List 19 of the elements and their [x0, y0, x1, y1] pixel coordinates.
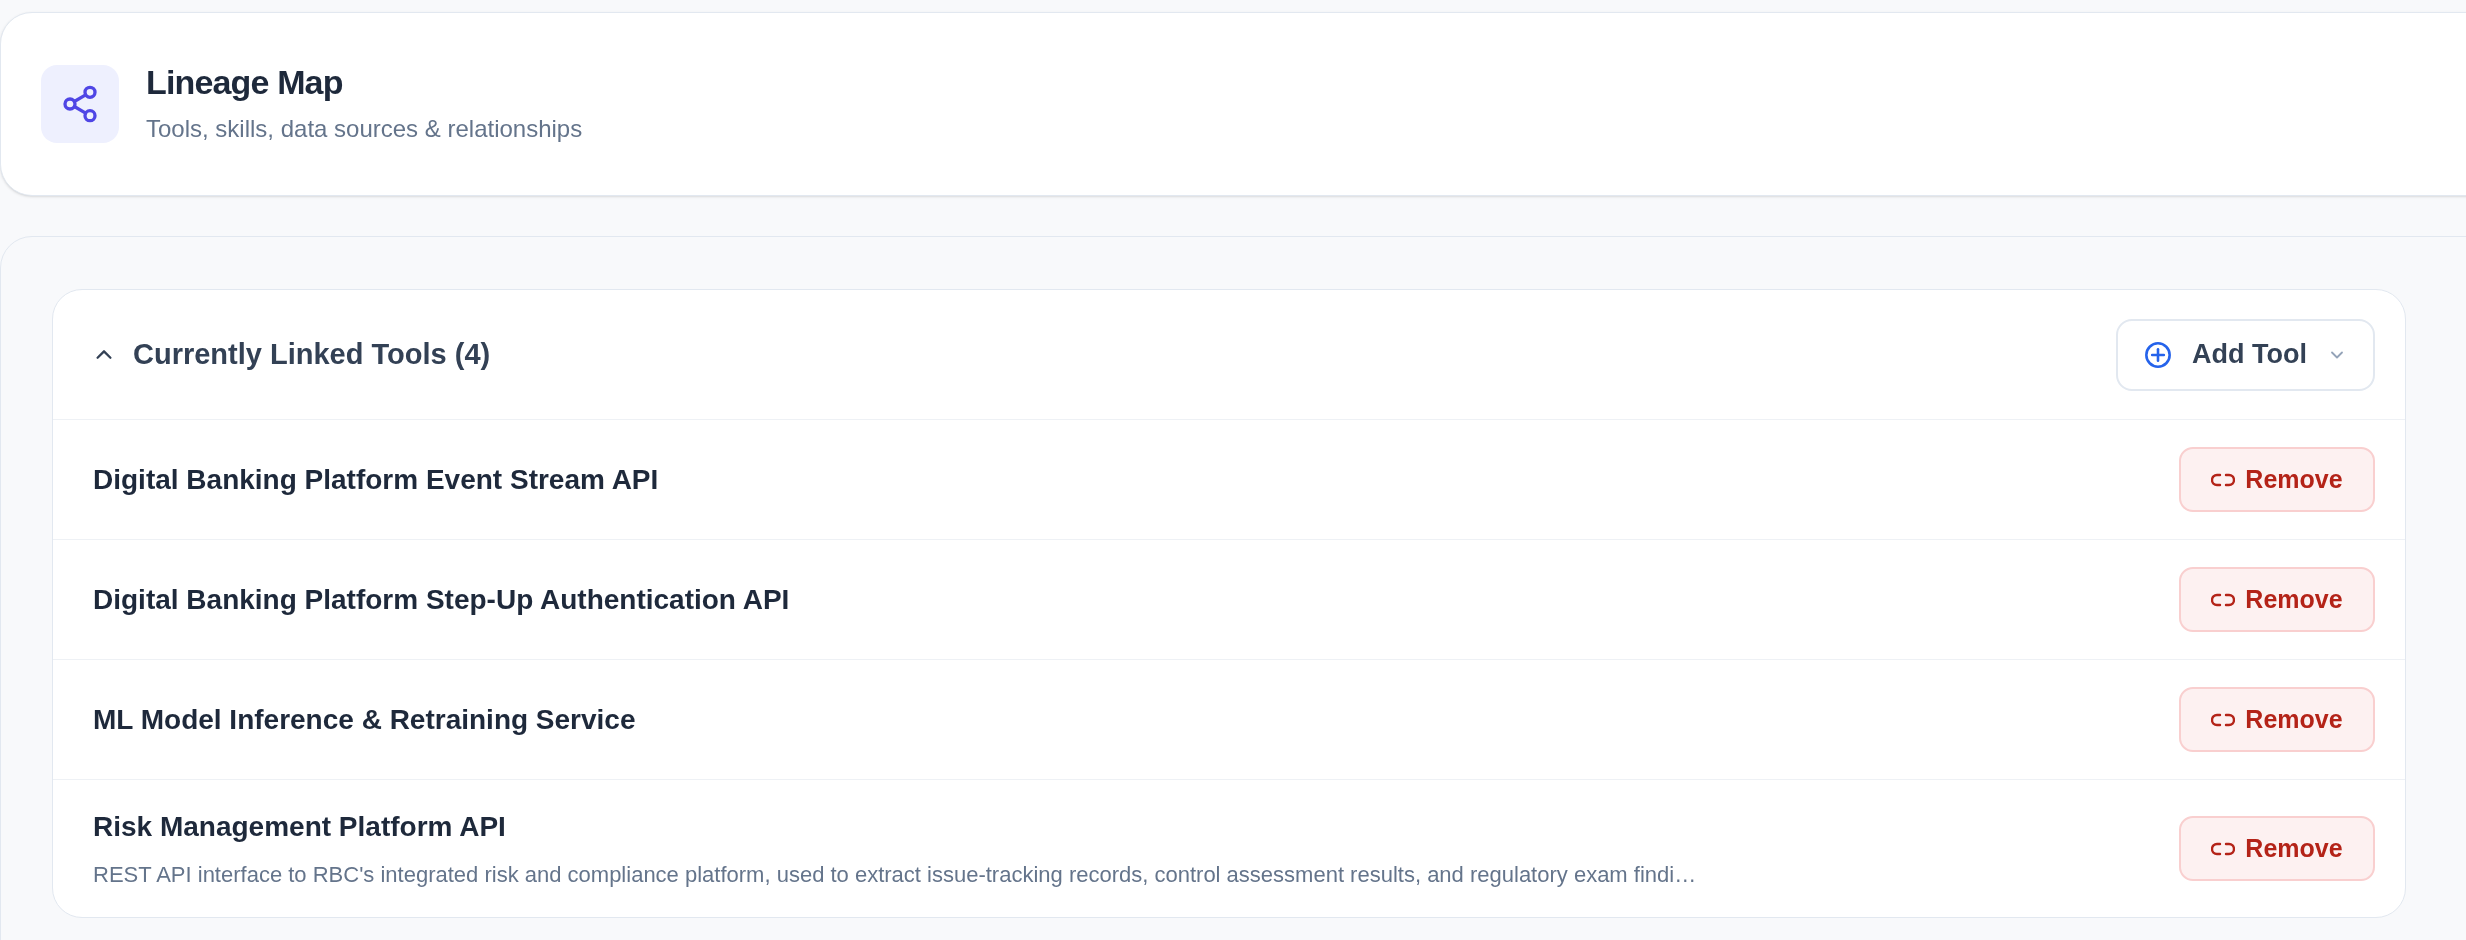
page-title: Lineage Map [146, 61, 344, 103]
add-tool-button[interactable]: Add Tool [2116, 318, 2375, 391]
unlink-icon [2211, 471, 2236, 488]
page-subtitle: Tools, skills, data sources & relationships [146, 114, 583, 145]
tool-name: Digital Banking Platform Step-Up Authentication API [93, 582, 790, 617]
share-icon [60, 84, 100, 124]
unlink-icon [2211, 591, 2236, 608]
remove-button[interactable]: Remove [2179, 687, 2375, 752]
tool-name: Risk Management Platform API [93, 810, 507, 844]
section-title[interactable]: Currently Linked Tools (4) [133, 332, 491, 377]
remove-button[interactable]: Remove [2179, 447, 2375, 512]
tool-name: ML Model Inference & Retraining Service [93, 702, 636, 737]
tool-name: Digital Banking Platform Event Stream API [93, 462, 659, 497]
remove-button[interactable]: Remove [2179, 567, 2375, 632]
plus-circle-icon [2144, 340, 2173, 369]
unlink-icon [2211, 840, 2236, 857]
remove-button[interactable]: Remove [2179, 816, 2375, 881]
unlink-icon [2211, 711, 2236, 728]
tool-description: REST API interface to RBC's integrated risk and compliance platform, used to extract issue-tracking records, control assessment results, and regulatory exam findi… [93, 861, 1697, 889]
